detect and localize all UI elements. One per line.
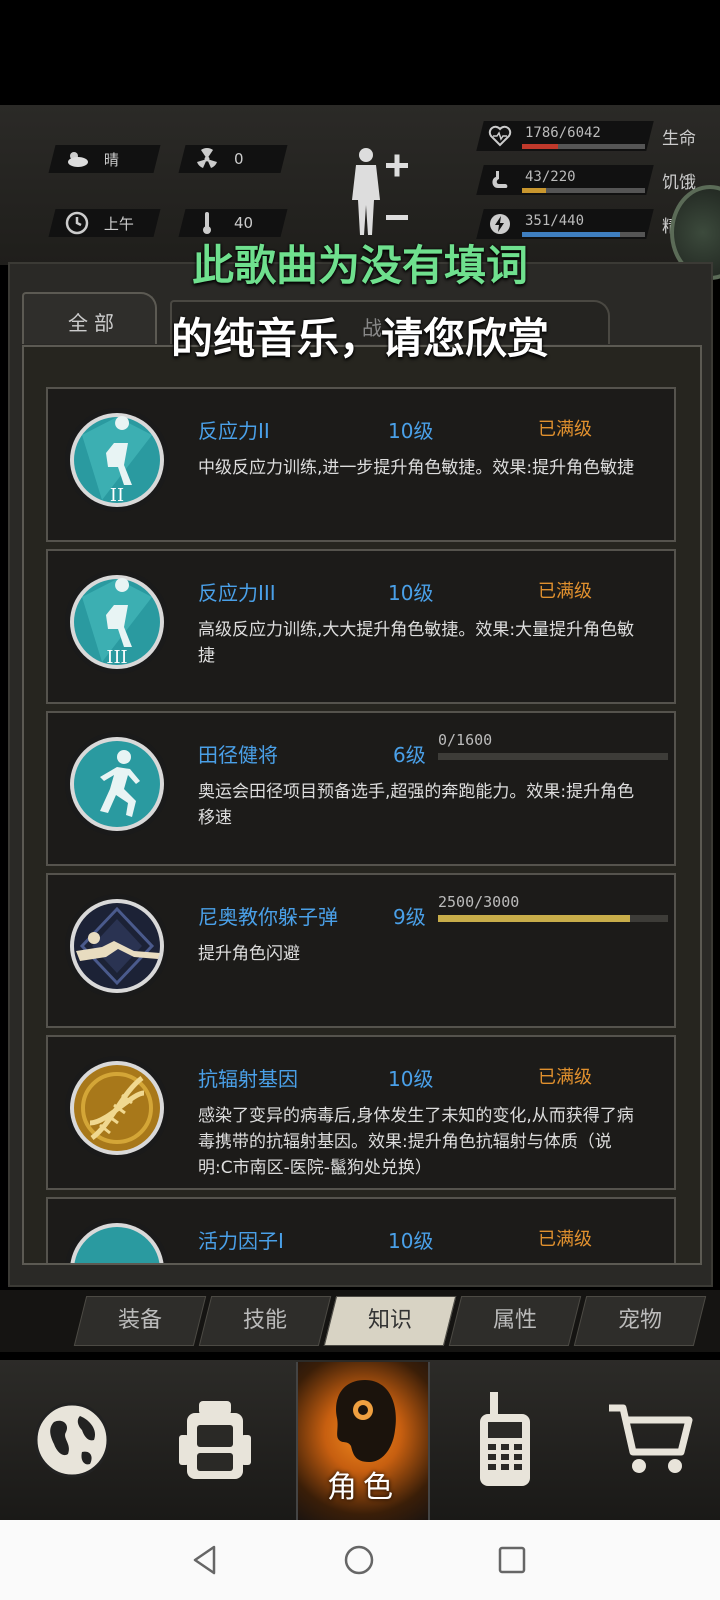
tab-pets-label: 宠物 bbox=[617, 1308, 662, 1333]
knowledge-card[interactable]: 田径健将 6级 0/1600 奥运会田径项目预备选手,超强的奔跑能力。效果:提升… bbox=[46, 711, 676, 866]
system-nav-bar bbox=[0, 1520, 720, 1600]
stomach-icon bbox=[488, 168, 512, 192]
recents-icon[interactable] bbox=[497, 1545, 527, 1575]
card-name: 尼奥教你躲子弹 bbox=[198, 905, 338, 929]
card-level: 9级 bbox=[393, 905, 426, 929]
runner-icon bbox=[65, 732, 169, 836]
card-level: 10级 bbox=[388, 1067, 434, 1091]
hunger-bar bbox=[522, 188, 645, 193]
radiation-value: 0 bbox=[234, 150, 244, 168]
nav-character-button[interactable]: 角色 bbox=[296, 1362, 430, 1520]
temperature-value: 40 bbox=[234, 214, 254, 232]
knowledge-card[interactable]: 活力因子I 10级 已满级 bbox=[46, 1197, 676, 1263]
card-progress-bar bbox=[438, 915, 668, 922]
agility-iii-icon: III bbox=[65, 570, 169, 674]
card-progress-text: 2500/3000 bbox=[438, 893, 520, 911]
world-map-icon bbox=[34, 1402, 110, 1478]
tab-skills-label: 技能 bbox=[242, 1308, 287, 1333]
heart-icon bbox=[488, 124, 512, 148]
hunger-value: 43/220 bbox=[525, 169, 576, 185]
category-tabs: 装备 技能 知识 属性 宠物 bbox=[0, 1290, 720, 1352]
card-description: 感染了变异的病毒后,身体发生了未知的变化,从而获得了病毒携带的抗辐射基因。效果:… bbox=[198, 1106, 634, 1178]
weather-indicator: 晴 bbox=[48, 145, 161, 173]
tab-skills[interactable]: 技能 bbox=[198, 1296, 332, 1346]
hunger-stat: 43/220 饥饿 bbox=[476, 165, 700, 195]
lyric-overlay-line1: 此歌曲为没有填词 bbox=[191, 241, 528, 290]
card-description: 提升角色闪避 bbox=[198, 944, 300, 964]
tab-attributes-label: 属性 bbox=[492, 1308, 537, 1333]
agility-ii-icon: II bbox=[65, 408, 169, 512]
nav-world-button[interactable] bbox=[2, 1360, 142, 1520]
tab-attributes[interactable]: 属性 bbox=[448, 1296, 582, 1346]
radiation-indicator: 0 bbox=[178, 145, 288, 173]
radiation-icon bbox=[194, 146, 220, 172]
tab-equipment-label: 装备 bbox=[117, 1308, 162, 1333]
svg-text:III: III bbox=[106, 647, 127, 668]
svg-text:II: II bbox=[110, 485, 124, 506]
card-name: 活力因子I bbox=[198, 1229, 284, 1253]
knowledge-list[interactable]: II 反应力II 10级 已满级 中级反应力训练,进一步提升角色敏捷。效果:提升… bbox=[22, 345, 702, 1265]
home-icon[interactable] bbox=[343, 1544, 375, 1576]
energy-value: 351/440 bbox=[525, 213, 585, 229]
tab-knowledge-label: 知识 bbox=[367, 1308, 412, 1333]
card-name: 反应力II bbox=[198, 419, 270, 443]
health-stat: 1786/6042 生命 bbox=[476, 121, 700, 151]
card-level: 6级 bbox=[393, 743, 426, 767]
card-name: 田径健将 bbox=[198, 743, 278, 767]
health-value: 1786/6042 bbox=[525, 125, 601, 141]
tab-equipment[interactable]: 装备 bbox=[73, 1296, 207, 1346]
card-level: 10级 bbox=[388, 1229, 434, 1253]
card-status: 已满级 bbox=[538, 1229, 592, 1250]
card-level: 10级 bbox=[388, 419, 434, 443]
dodge-icon bbox=[65, 894, 169, 998]
tab-knowledge[interactable]: 知识 bbox=[323, 1296, 457, 1346]
tab-pets[interactable]: 宠物 bbox=[573, 1296, 707, 1346]
card-description: 中级反应力训练,进一步提升角色敏捷。效果:提升角色敏捷 bbox=[198, 458, 635, 478]
nav-character-label: 角色 bbox=[327, 1470, 399, 1505]
cloud-sun-icon bbox=[64, 146, 90, 172]
backpack-icon bbox=[179, 1401, 251, 1479]
weather-text: 晴 bbox=[104, 150, 120, 169]
status-bar-area bbox=[0, 0, 720, 105]
card-progress-bar bbox=[438, 753, 668, 760]
nav-radio-button[interactable] bbox=[435, 1360, 575, 1520]
nav-shop-button[interactable] bbox=[580, 1360, 720, 1520]
knowledge-card[interactable]: 尼奥教你躲子弹 9级 2500/3000 提升角色闪避 bbox=[46, 873, 676, 1028]
card-status: 已满级 bbox=[538, 419, 592, 440]
health-label: 生命 bbox=[662, 129, 696, 149]
dna-icon bbox=[65, 1056, 169, 1160]
lyric-overlay-line2: 的纯音乐，请您欣赏 bbox=[170, 314, 549, 363]
knowledge-card[interactable]: 抗辐射基因 10级 已满级 感染了变异的病毒后,身体发生了未知的变化,从而获得了… bbox=[46, 1035, 676, 1190]
knowledge-card[interactable]: III 反应力III 10级 已满级 高级反应力训练,大大提升角色敏捷。效果:大… bbox=[46, 549, 676, 704]
character-head-icon bbox=[336, 1380, 396, 1462]
card-name: 抗辐射基因 bbox=[198, 1067, 298, 1091]
body-status-icon[interactable] bbox=[346, 145, 416, 240]
card-status: 已满级 bbox=[538, 1067, 592, 1088]
radio-icon bbox=[480, 1392, 530, 1486]
vitality-icon bbox=[65, 1218, 169, 1263]
card-description: 高级反应力训练,大大提升角色敏捷。效果:大量提升角色敏捷 bbox=[198, 620, 635, 666]
card-status: 已满级 bbox=[538, 581, 592, 602]
knowledge-card[interactable]: II 反应力II 10级 已满级 中级反应力训练,进一步提升角色敏捷。效果:提升… bbox=[46, 387, 676, 542]
shopping-cart-icon bbox=[609, 1404, 693, 1473]
nav-backpack-button[interactable] bbox=[145, 1360, 285, 1520]
back-icon[interactable] bbox=[190, 1544, 220, 1576]
card-level: 10级 bbox=[388, 581, 434, 605]
time-of-day-text: 上午 bbox=[104, 214, 135, 233]
card-progress-text: 0/1600 bbox=[438, 731, 493, 749]
card-name: 反应力III bbox=[198, 581, 276, 605]
health-bar bbox=[522, 144, 645, 149]
card-description: 奥运会田径项目预备选手,超强的奔跑能力。效果:提升角色移速 bbox=[198, 782, 635, 828]
